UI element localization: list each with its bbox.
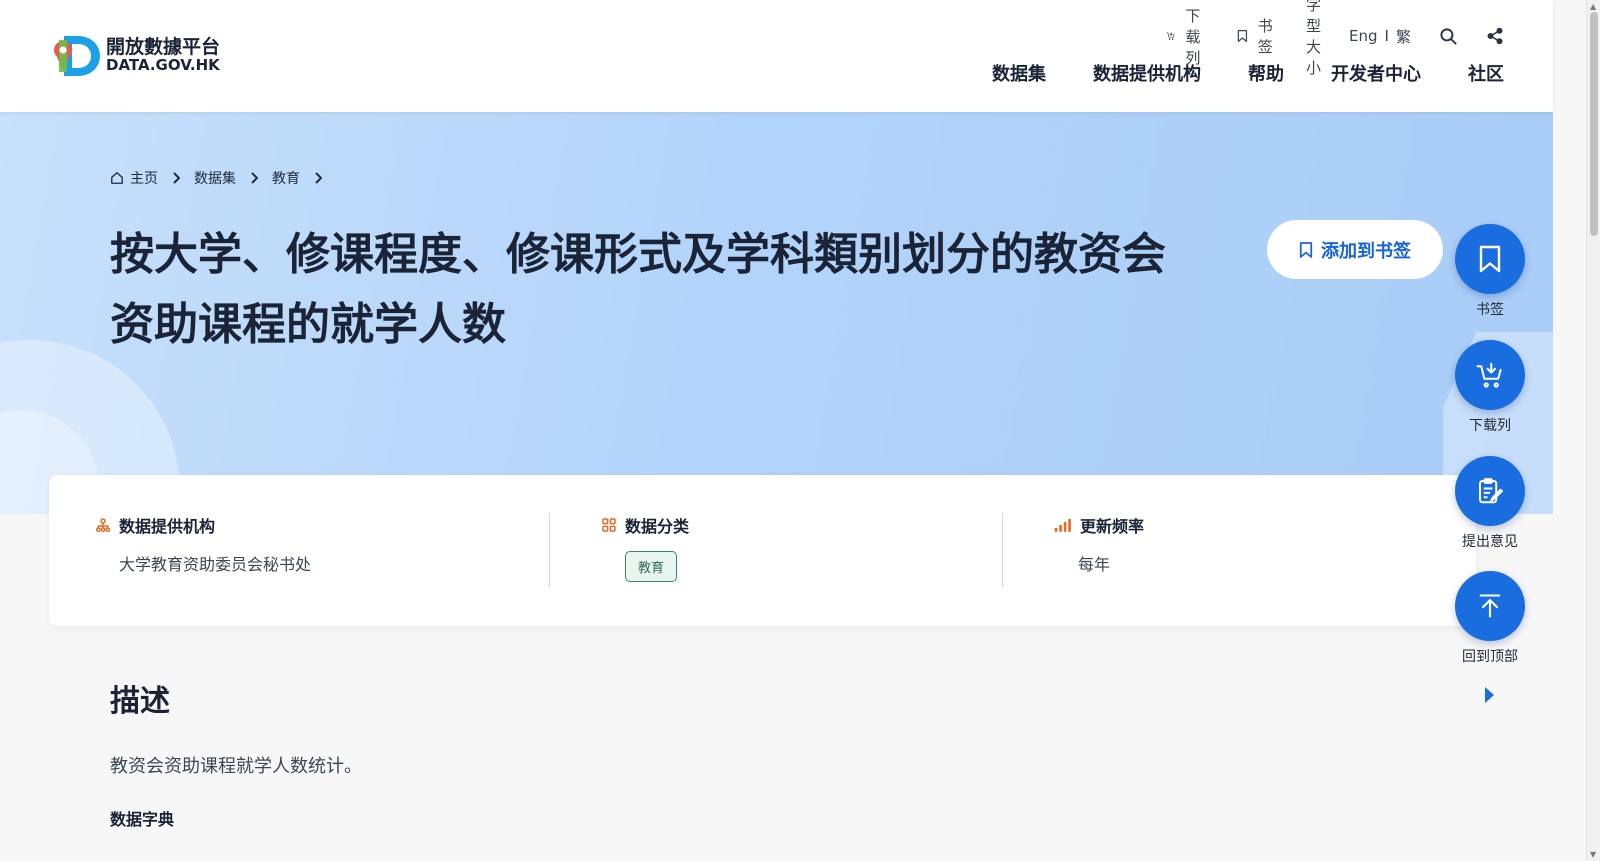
home-icon — [111, 172, 123, 184]
site-logo[interactable]: 開放數據平台 DATA.GOV.HK — [50, 30, 230, 82]
bookmark-icon — [1479, 245, 1501, 273]
lang-separator: I — [1384, 27, 1389, 45]
fab-feedback[interactable]: 提出意见 — [1455, 456, 1525, 551]
nav-developer-centre[interactable]: 开发者中心 — [1331, 60, 1421, 86]
fab-bookmark[interactable]: 书签 — [1455, 224, 1525, 319]
frequency-section: 更新频率 每年 — [1054, 513, 1144, 575]
description-text: 教资会资助课程就学人数统计。 — [110, 756, 362, 777]
logo-title-zh: 開放數據平台 — [106, 36, 221, 59]
divider — [1002, 513, 1003, 587]
chevron-right-icon — [315, 172, 322, 184]
util-bookmark[interactable]: 书签 — [1237, 15, 1278, 57]
add-bookmark-label: 添加到书签 — [1321, 240, 1411, 262]
nav-datasets[interactable]: 数据集 — [992, 60, 1046, 86]
cart-download-icon — [1476, 362, 1502, 388]
share-icon — [1487, 27, 1503, 45]
fab-back-to-top[interactable]: 回到顶部 — [1455, 571, 1525, 666]
bookmark-icon — [1237, 30, 1248, 42]
description-heading: 描述 — [110, 684, 170, 719]
provider-value[interactable]: 大学教育资助委员会秘书处 — [119, 551, 311, 575]
fab-back-to-top-label: 回到顶部 — [1462, 649, 1518, 665]
logo-title-en: DATA.GOV.HK — [106, 56, 220, 75]
lang-tc-link[interactable]: 繁 — [1396, 26, 1411, 47]
bookmark-icon — [1299, 241, 1313, 258]
page-title-line1: 按大学、修课程度、修课形式及学科類别划分的教资会 — [110, 229, 1166, 280]
share-button[interactable] — [1486, 27, 1504, 45]
category-tag[interactable]: 教育 — [625, 551, 678, 582]
page-title-line2: 资助课程的就学人数 — [110, 299, 506, 350]
org-chart-icon — [95, 518, 111, 533]
nav-help[interactable]: 帮助 — [1248, 60, 1284, 86]
search-button[interactable] — [1439, 27, 1458, 46]
category-section: 数据分类 教育 — [601, 513, 689, 582]
page-scrollbar[interactable]: ▲ ▼ — [1586, 0, 1600, 861]
grid-category-icon — [602, 518, 616, 532]
add-bookmark-button[interactable]: 添加到书签 — [1267, 220, 1443, 279]
breadcrumb-home-label: 主页 — [130, 171, 158, 187]
language-switch: Eng I 繁 — [1349, 26, 1411, 47]
cart-download-icon — [1166, 32, 1175, 41]
chevron-right-icon — [251, 172, 258, 184]
scroll-down-arrow-icon[interactable]: ▼ — [1590, 850, 1596, 859]
chevron-right-icon — [173, 172, 180, 184]
scrollbar-thumb[interactable] — [1590, 12, 1598, 236]
lang-en-link[interactable]: Eng — [1349, 27, 1378, 45]
dataset-info-card: 数据提供机构 大学教育资助委员会秘书处 数据分类 教育 更新频率 每年 — [49, 475, 1476, 626]
search-icon — [1440, 27, 1457, 45]
divider — [549, 513, 550, 587]
util-download-label: 下载列 — [1185, 6, 1201, 67]
fab-bookmark-label: 书签 — [1476, 302, 1504, 318]
page-title: 按大学、修课程度、修课形式及学科類别划分的教资会 资助课程的就学人数 — [110, 220, 1250, 360]
fab-download-list[interactable]: 下载列 — [1455, 340, 1525, 435]
breadcrumb-datasets[interactable]: 数据集 — [194, 168, 236, 188]
clipboard-edit-icon — [1479, 478, 1503, 504]
data-dictionary-heading: 数据字典 — [110, 810, 175, 829]
nav-data-providers[interactable]: 数据提供机构 — [1093, 60, 1201, 86]
caret-right-icon — [1485, 687, 1494, 703]
nav-community[interactable]: 社区 — [1468, 60, 1504, 86]
signal-bars-icon — [1054, 519, 1071, 532]
util-download-list[interactable]: 下载列 — [1166, 5, 1209, 68]
frequency-value: 每年 — [1078, 555, 1111, 574]
util-bookmark-label: 书签 — [1257, 17, 1273, 56]
provider-section: 数据提供机构 大学教育资助委员会秘书处 — [95, 513, 311, 575]
fab-download-label: 下载列 — [1469, 418, 1511, 434]
arrow-up-icon — [1479, 594, 1501, 618]
fab-feedback-label: 提出意见 — [1462, 534, 1518, 550]
scroll-up-arrow-icon[interactable]: ▲ — [1590, 2, 1596, 11]
description-toggle[interactable] — [1483, 686, 1495, 708]
category-label: 数据分类 — [625, 517, 690, 536]
breadcrumb: 主页 数据集 教育 — [110, 168, 336, 188]
breadcrumb-home[interactable]: 主页 — [110, 168, 158, 188]
breadcrumb-education[interactable]: 教育 — [272, 168, 300, 188]
site-header: 開放數據平台 DATA.GOV.HK 下载列 书签 字型大小 Eng I 繁 数… — [0, 0, 1553, 112]
frequency-label: 更新频率 — [1080, 517, 1145, 536]
main-nav: 数据集 数据提供机构 帮助 开发者中心 社区 — [945, 60, 1504, 86]
provider-label: 数据提供机构 — [119, 517, 216, 536]
logo-mark-icon — [50, 30, 102, 82]
utility-bar: 下载列 书签 字型大小 Eng I 繁 — [1138, 0, 1504, 77]
